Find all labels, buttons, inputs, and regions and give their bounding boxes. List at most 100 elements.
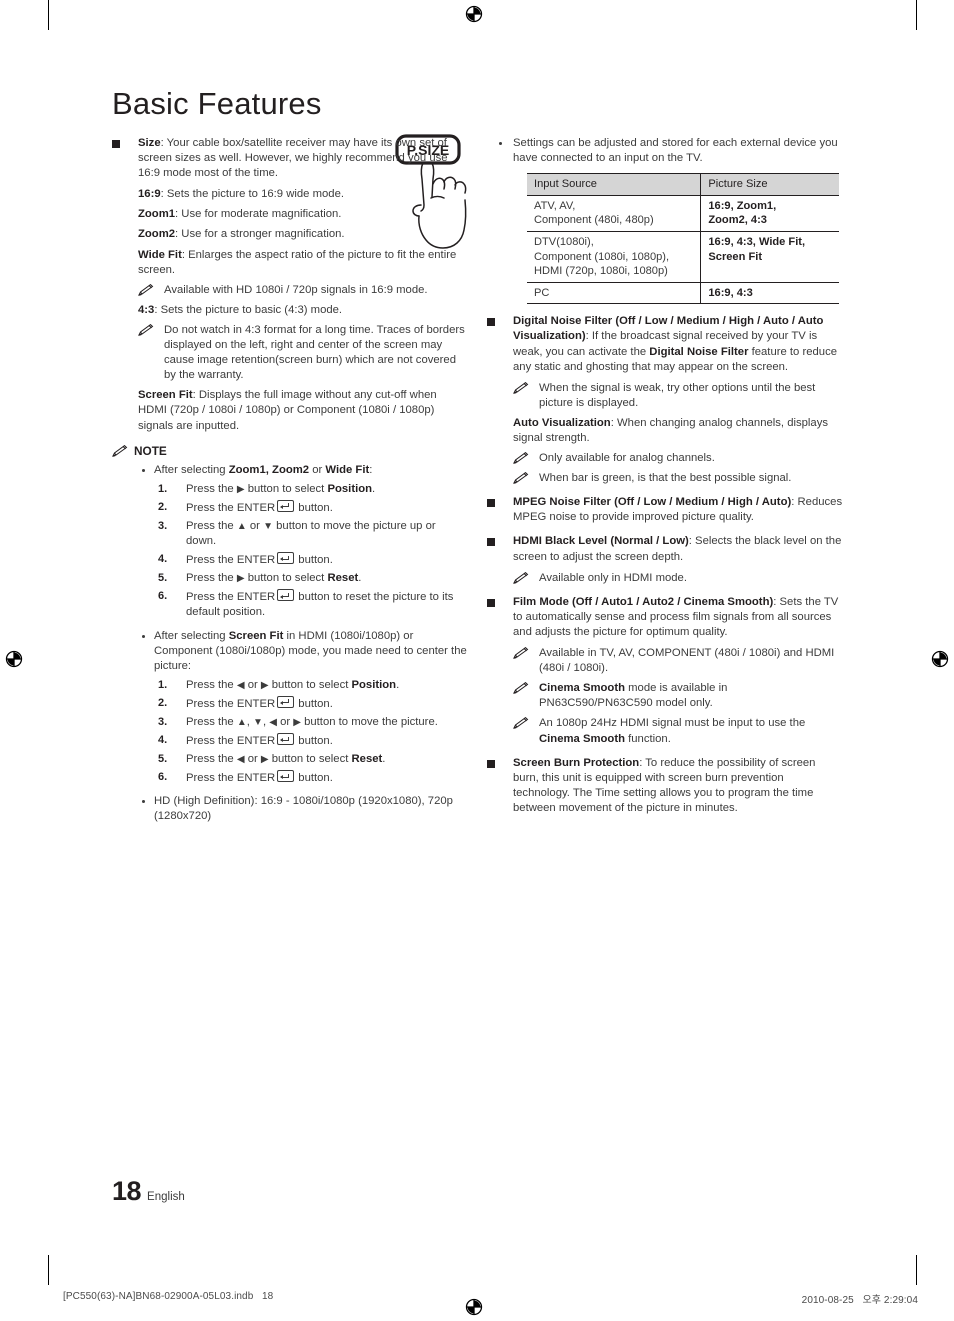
square-bullet-icon [487,318,495,327]
lead-pre: After selecting [154,463,229,476]
step-post: . [396,678,400,691]
step-mid2: button to select [268,753,352,766]
note-heading-label: NOTE [134,443,167,458]
step-g2-6: 6. Press the ENTER button. [112,770,468,786]
step-pre: Press the [186,482,237,495]
step-g2-5: 5. Press the ◀ or ▶ button to select Res… [112,752,468,767]
mode-zoom2: Zoom2: Use for a stronger magnification. [112,227,468,242]
mode-term: Zoom2 [138,228,176,241]
cell-picture-size: 16:9, 4:3, Wide Fit, Screen Fit [700,230,839,283]
cell-input-source: PC [527,281,702,305]
digital-noise-filter-item: Digital Noise Filter (Off / Low / Medium… [487,314,843,374]
step-number: 5. [158,572,168,585]
cell-input-source: DTV(1080i), Component (1080i, 1080p), HD… [527,230,702,283]
pencil-note-icon [513,452,529,464]
step-g1-6: 6. Press the ENTER button to reset the p… [112,589,468,620]
step-pre: Press the ENTER [186,554,276,567]
page-title: Basic Features [112,86,322,121]
mode-term: 4:3 [138,303,155,316]
lead-bold2: Wide Fit [325,463,370,476]
square-bullet-icon [487,538,495,547]
pencil-note-icon [112,444,128,457]
step-post: button to move the picture. [300,716,438,728]
square-bullet-icon [487,499,495,508]
crop-mark-top-left [48,0,49,30]
step-post: button. [295,501,333,514]
mode-4-3: 4:3: Sets the picture to basic (4:3) mod… [112,303,468,318]
sbp-term: Screen Burn Protection [513,756,640,769]
lead-post: : [369,463,373,476]
cell-picture-size: 16:9, 4:3 [700,281,839,305]
note-bold: Cinema Smooth [539,682,625,695]
step-pre: Press the [186,716,237,728]
enter-key-icon [277,695,295,708]
arrow-right-icon: ▶ [260,679,269,691]
step-pre: Press the ENTER [186,501,276,514]
input-source-picture-size-table: Input Source Picture Size ATV, AV, Compo… [527,173,839,305]
square-bullet-icon [112,140,120,148]
folio-number: 18 [112,1176,142,1206]
table-row: DTV(1080i), Component (1080i, 1080p), HD… [527,230,839,283]
step-pre: Press the ENTER [186,697,276,710]
av-note-1: Only available for analog channels. [487,451,843,466]
fm-note-2: Cinema Smooth mode is available in PN63C… [487,681,843,711]
imprint-filename: [PC550(63)-NA]BN68-02900A-05L03.indb 18 [63,1291,274,1302]
step-pre: Press the ENTER [186,591,276,604]
mode-term: Zoom1 [138,208,176,221]
step-g2-1: 1. Press the ◀ or ▶ button to select Pos… [112,678,468,693]
auto-visualization-paragraph: Auto Visualization: When changing analog… [487,416,843,446]
step-g1-4: 4. Press the ENTER button. [112,552,468,568]
step-g1-3: 3. Press the ▲ or ▼ button to move the p… [112,519,468,549]
step-pre: Press the [186,753,237,766]
step-bold: Reset [327,572,359,585]
table-row: PC 16:9, 4:3 [527,281,839,305]
step-number: 6. [158,590,168,603]
step-number: 2. [158,696,168,709]
size-term: Size [138,137,161,149]
arrow-right-icon: ▶ [236,483,245,495]
mode-text: : Enlarges the aspect ratio of the pictu… [138,248,457,276]
note-pre: An 1080p 24Hz HDMI signal must be input … [539,717,806,730]
step-post: . [372,482,376,495]
step-g1-5: 5. Press the ▶ button to select Reset. [112,571,468,586]
registration-mark-left [5,650,23,668]
step-g1-2: 2. Press the ENTER button. [112,499,468,516]
hd-note-text: HD (High Definition): 16:9 - 1080i/1080p… [154,795,453,823]
enter-key-icon [277,552,295,565]
step-post: button. [295,735,333,748]
arrow-left-icon: ◀ [236,754,245,766]
pencil-note-icon [513,381,529,394]
mode-text: : Sets the picture to basic (4:3) mode. [154,303,343,316]
note-text: Available with HD 1080i / 720p signals i… [164,283,428,296]
hbl-note: Available only in HDMI mode. [487,571,843,586]
wide-fit-note: Available with HD 1080i / 720p signals i… [112,283,468,298]
step-mid: or [244,753,261,766]
arrow-down-icon: ▼ [263,520,273,532]
step-number: 3. [158,716,168,728]
note-bold: Cinema Smooth [539,732,625,745]
av-note-2: When bar is green, is that the best poss… [487,471,843,486]
step-mid: button to select [244,482,328,495]
pencil-note-icon [513,472,529,485]
step-g2-3: 3. Press the ▲, ▼, ◀ or ▶ button to move… [112,715,468,730]
arrow-left-icon: ◀ [269,717,277,728]
size-item: Size: Your cable box/satellite receiver … [112,136,468,181]
left-column: Size: Your cable box/satellite receiver … [112,136,468,829]
mode-zoom1: Zoom1: Use for moderate magnification. [112,207,468,222]
registration-mark-top [465,5,483,23]
arrow-up-icon: ▲ [236,520,247,532]
crop-mark-bottom-right [916,1255,917,1285]
mode-text: : Use for moderate magnification. [175,208,342,221]
step-bold: Reset [351,753,383,766]
table-row: ATV, AV, Component (480i, 480p) 16:9, Zo… [527,195,839,232]
crop-mark-top-right [916,0,917,30]
dnf-bold2: Digital Noise Filter [649,345,749,358]
step-mid: button to select [244,572,328,585]
settings-bullet: Settings can be adjusted and stored for … [487,136,843,166]
note-text: When the signal is weak, try other optio… [539,381,816,409]
step-number: 2. [158,500,168,513]
fm-note-3: An 1080p 24Hz HDMI signal must be input … [487,716,843,746]
step-pre: Press the [186,572,237,585]
hdmi-black-level-item: HDMI Black Level (Normal / Low): Selects… [487,534,843,564]
screen-burn-protection-item: Screen Burn Protection: To reduce the po… [487,756,843,816]
